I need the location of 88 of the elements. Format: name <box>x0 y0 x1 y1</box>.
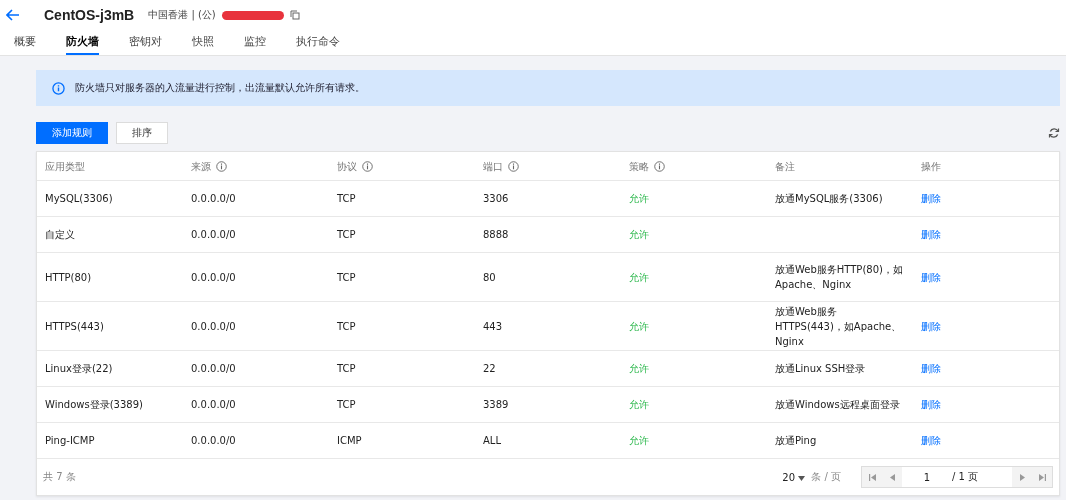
table-cell-text: 0.0.0.0/0 <box>191 319 236 334</box>
previous-icon <box>889 473 895 481</box>
refresh-icon[interactable] <box>1048 127 1060 139</box>
column-header: 端口 <box>483 159 503 174</box>
server-title: CentOS-j3mB <box>44 7 135 23</box>
table-cell-text: 放通Web服务HTTPS(443)，如Apache、Nginx <box>775 304 903 349</box>
info-icon[interactable] <box>216 160 227 172</box>
page-input[interactable]: 1 <box>902 471 952 483</box>
last-page-icon <box>1038 473 1046 481</box>
next-icon <box>1019 473 1025 481</box>
table-cell-text: 22 <box>483 362 496 376</box>
last-page-button[interactable] <box>1032 467 1052 487</box>
first-page-icon <box>868 473 876 481</box>
table-cell-text: TCP <box>337 270 356 285</box>
next-page-button[interactable] <box>1012 467 1032 487</box>
table-cell-text: 443 <box>483 319 503 334</box>
info-icon <box>52 81 65 95</box>
delete-link[interactable]: 删除 <box>921 227 941 242</box>
table-cell-text: 允许 <box>629 228 649 242</box>
tab[interactable]: 监控 <box>244 30 266 55</box>
table-cell-text: 0.0.0.0/0 <box>191 398 236 412</box>
table-cell-text: MySQL(3306) <box>45 192 113 206</box>
tab[interactable]: 执行命令 <box>296 30 340 55</box>
column-header: 来源 <box>191 159 211 174</box>
column-header: 策略 <box>629 159 649 174</box>
page-size-select[interactable]: 20 <box>782 471 806 483</box>
delete-link[interactable]: 删除 <box>921 361 941 376</box>
table-cell-text: HTTP(80) <box>45 270 92 285</box>
table-cell-text: 0.0.0.0/0 <box>191 362 236 376</box>
previous-page-button[interactable] <box>882 467 902 487</box>
table-cell-text: 放通Windows远程桌面登录 <box>775 398 900 412</box>
column-header: 操作 <box>921 159 941 174</box>
delete-link[interactable]: 删除 <box>921 397 941 412</box>
table-cell-text: 放通Web服务HTTP(80)，如Apache、Nginx <box>775 263 904 292</box>
table-cell-text: Windows登录(3389) <box>45 398 143 412</box>
table-cell-text: 允许 <box>629 192 649 206</box>
table-cell-text: 0.0.0.0/0 <box>191 192 236 206</box>
table-cell-text: 允许 <box>629 362 649 376</box>
tab[interactable]: 快照 <box>192 30 214 55</box>
table-cell-text: HTTPS(443) <box>45 319 104 334</box>
column-header: 协议 <box>337 159 357 174</box>
back-arrow-icon[interactable] <box>6 9 20 21</box>
table-cell-text: Linux登录(22) <box>45 362 113 376</box>
table-cell-text: 放通Ping <box>775 434 817 448</box>
first-page-button[interactable] <box>862 467 882 487</box>
table-cell-text: ICMP <box>337 434 362 448</box>
delete-link[interactable]: 删除 <box>921 318 941 334</box>
region-label: 中国香港 | (公) <box>148 8 216 22</box>
copy-icon[interactable] <box>289 10 300 20</box>
info-icon[interactable] <box>654 160 665 172</box>
delete-link[interactable]: 删除 <box>921 269 941 285</box>
table-cell-text: 0.0.0.0/0 <box>191 270 236 285</box>
table-cell-text: 0.0.0.0/0 <box>191 434 236 448</box>
table-cell-text: 3389 <box>483 398 509 412</box>
info-icon[interactable] <box>508 160 519 172</box>
table-cell-text: 80 <box>483 270 496 285</box>
tab[interactable]: 密钥对 <box>129 30 162 55</box>
delete-link[interactable]: 删除 <box>921 433 941 448</box>
table-cell-text: 允许 <box>629 434 649 448</box>
notice-text: 防火墙只对服务器的入流量进行控制，出流量默认允许所有请求。 <box>75 81 365 95</box>
table-cell-text: 放通MySQL服务(3306) <box>775 192 883 206</box>
table-cell-text: TCP <box>337 398 356 412</box>
tab[interactable]: 概要 <box>14 30 36 55</box>
table-cell-text: 自定义 <box>45 228 75 242</box>
table-cell-text: 允许 <box>629 270 649 285</box>
table-cell-text: ALL <box>483 434 501 448</box>
table-cell-text: 允许 <box>629 398 649 412</box>
column-header: 备注 <box>775 159 795 174</box>
page-total: / 1 页 <box>952 470 980 484</box>
info-icon[interactable] <box>362 160 373 172</box>
tab[interactable]: 防火墙 <box>66 30 99 55</box>
total-count: 共 7 条 <box>43 470 76 484</box>
table-cell-text: 0.0.0.0/0 <box>191 228 236 242</box>
page-size-unit: 条 / 页 <box>811 470 841 484</box>
table-cell-text: 3306 <box>483 192 509 206</box>
table-cell-text: TCP <box>337 362 356 376</box>
column-header: 应用类型 <box>45 159 85 174</box>
add-rule-button[interactable]: 添加规则 <box>36 122 108 144</box>
table-cell-text: Ping-ICMP <box>45 434 95 448</box>
delete-link[interactable]: 删除 <box>921 191 941 206</box>
table-cell-text: 放通Linux SSH登录 <box>775 362 866 376</box>
table-cell-text: TCP <box>337 319 356 334</box>
table-cell-text: TCP <box>337 192 356 206</box>
caret-icon <box>798 475 806 481</box>
table-cell-text: TCP <box>337 228 356 242</box>
sort-button[interactable]: 排序 <box>116 122 168 144</box>
table-cell-text: 8888 <box>483 228 509 242</box>
table-cell-text: 允许 <box>629 319 649 334</box>
